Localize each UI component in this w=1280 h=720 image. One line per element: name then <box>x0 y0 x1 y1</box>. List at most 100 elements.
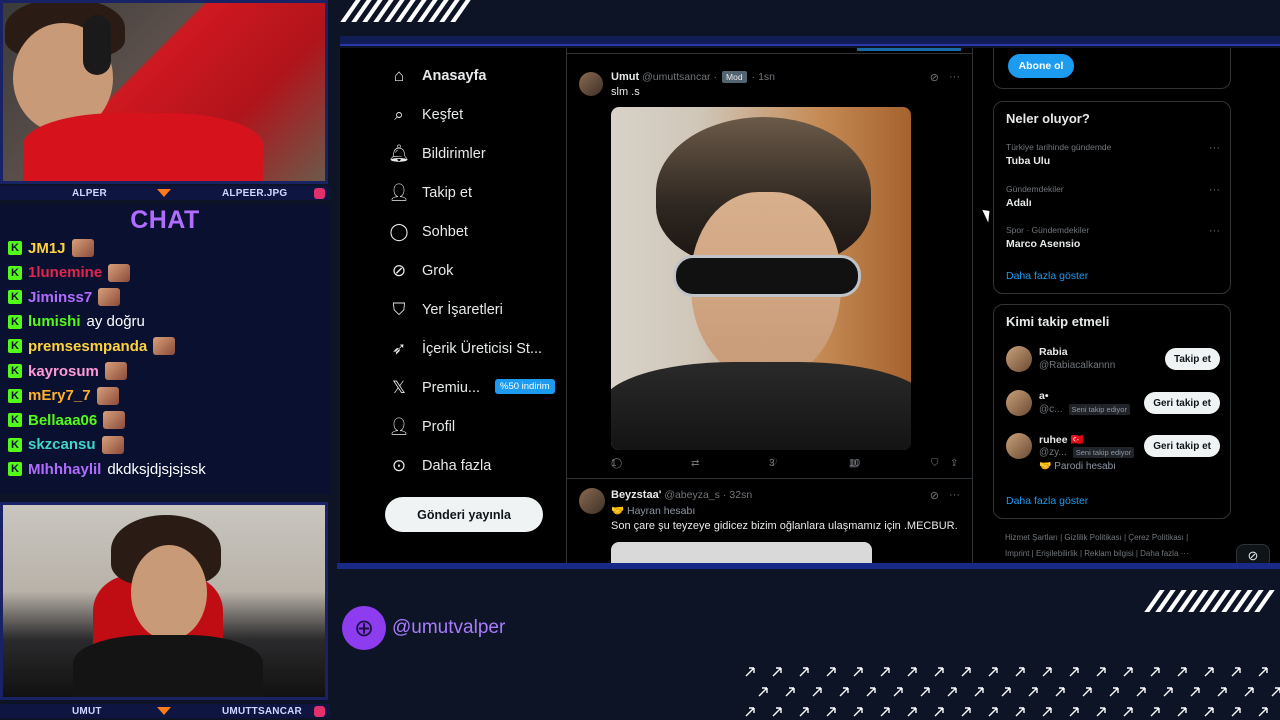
premium-box: Abone ol <box>993 48 1231 89</box>
trend-item[interactable]: Türkiye tarihinde gündemde Tuba Ulu ··· <box>1006 142 1220 167</box>
chat-message: K Jiminss7 <box>8 286 121 308</box>
views-button[interactable]: ▥ 10 <box>849 458 860 469</box>
suggestion-name[interactable]: Rabia <box>1039 346 1068 358</box>
suggestion-name[interactable]: ruhee 🇹🇷 <box>1039 433 1084 446</box>
more-options-icon[interactable]: ··· <box>949 489 960 502</box>
suggestion-handle: @c... <box>1039 404 1063 415</box>
grok-float-button[interactable]: ⊘ <box>1236 544 1270 563</box>
chat-message: K 1lunemine <box>8 262 131 284</box>
follow-button[interactable]: Takip et <box>1164 348 1220 370</box>
tweet-image[interactable] <box>611 542 872 563</box>
tweet-image[interactable] <box>611 107 911 450</box>
arrow-mark <box>1150 707 1160 717</box>
arrow-mark <box>1042 707 1052 717</box>
trend-item[interactable]: Gündemdekiler Adalı ··· <box>1006 184 1220 209</box>
chat-message: Kpremsesmpanda <box>8 335 176 357</box>
kick-icon: K <box>8 339 22 354</box>
show-more-suggestions-link[interactable]: Daha fazla göster <box>1006 495 1088 507</box>
streamer-name-left: UMUT <box>72 705 102 717</box>
emote-icon <box>96 386 119 405</box>
follow-suggestion[interactable]: a• @c... Seni takip ediyor Geri takip et <box>1006 390 1220 422</box>
arrow-mark <box>880 707 890 717</box>
trends-title: Neler oluyor? <box>1006 111 1090 126</box>
decor-stripes-top <box>340 0 471 22</box>
avatar[interactable] <box>1006 346 1032 372</box>
arrow-mark <box>1136 687 1146 697</box>
arrow-mark <box>920 687 930 697</box>
arrow-mark <box>1015 707 1025 717</box>
arrow-mark <box>1204 667 1214 677</box>
avatar[interactable] <box>1006 433 1032 459</box>
follows-you-tag: Seni takip ediyor <box>1072 447 1135 458</box>
arrow-mark <box>1015 667 1025 677</box>
post-button[interactable]: Gönderi yayınla <box>385 497 543 532</box>
grok-icon[interactable]: ⊘ <box>930 71 939 84</box>
arrow-mark <box>1217 687 1227 697</box>
bookmark-icon: ⛉ <box>392 299 406 319</box>
sunglasses <box>673 255 861 297</box>
tweet-author-name[interactable]: Umut <box>611 71 639 83</box>
show-more-trends-link[interactable]: Daha fazla göster <box>1006 270 1088 282</box>
footer-links-1[interactable]: Hizmet Şartları | Gizlilik Politikası | … <box>1005 533 1188 542</box>
tweet-author-handle[interactable]: @abeyza_s <box>664 489 720 501</box>
follow-back-button[interactable]: Geri takip et <box>1144 392 1220 414</box>
chat-bubble-icon: ◯ <box>389 221 409 241</box>
reply-button[interactable]: ◯ 1 <box>611 458 622 469</box>
arrow-mark <box>1096 707 1106 717</box>
streamer-name-right: ALPEER.JPG <box>222 187 288 199</box>
arrow-mark <box>772 667 782 677</box>
arrow-mark <box>1150 667 1160 677</box>
arrow-mark <box>1231 667 1241 677</box>
person-add-icon: 👤︎ <box>388 182 410 202</box>
follow-back-button[interactable]: Geri takip et <box>1144 435 1220 457</box>
stream-layout: ALPER ALPEER.JPG CHAT K JM1J K 1lunemine K Ji… <box>0 0 1280 720</box>
tweet-time[interactable]: 1sn <box>758 71 775 83</box>
avatar[interactable] <box>579 72 603 96</box>
like-button[interactable]: ♡ 3 <box>769 458 778 469</box>
chart-icon: ▥ <box>849 458 859 469</box>
follow-suggestion[interactable]: ruhee 🇹🇷 @zy... Seni takip ediyor 🤝 Parod… <box>1006 433 1220 472</box>
nav-item-label: Yer İşaretleri <box>422 301 503 318</box>
chat-message: Kskzcansu <box>8 434 124 456</box>
more-options-icon[interactable]: ··· <box>1209 225 1220 237</box>
arrow-mark <box>934 707 944 717</box>
follow-suggestion[interactable]: Rabia @Rabiacalkannn Takip et <box>1006 346 1220 378</box>
bookmark-icon[interactable]: ⛉ <box>931 458 939 469</box>
kick-icon: K <box>8 290 22 305</box>
grok-icon[interactable]: ⊘ <box>930 489 939 502</box>
nav-item-label: Daha fazla <box>422 457 492 474</box>
chat-message: K Bellaaa06 <box>8 409 126 431</box>
arrow-mark <box>893 687 903 697</box>
arrow-mark <box>988 667 998 677</box>
chat-message-text: dkdksjdjsjsjssk <box>107 460 206 478</box>
more-options-icon[interactable]: ··· <box>1209 184 1220 196</box>
chat-message: K JM1J <box>8 237 94 259</box>
suggestion-name[interactable]: a• <box>1039 390 1049 402</box>
more-options-icon[interactable]: ··· <box>1209 142 1220 154</box>
kick-icon: K <box>8 265 22 280</box>
avatar[interactable] <box>579 488 605 514</box>
tweet-text: slm .s <box>611 86 640 98</box>
tweet-time[interactable]: 32sn <box>729 489 752 501</box>
more-options-icon[interactable]: ··· <box>949 71 960 84</box>
arrow-mark <box>866 687 876 697</box>
subscribe-button[interactable]: Abone ol <box>1008 54 1074 78</box>
avatar[interactable] <box>1006 390 1032 416</box>
chat-username: skzcansu <box>28 436 96 454</box>
nav-item-label: İçerik Üreticisi St... <box>422 340 543 357</box>
arrow-mark <box>785 687 795 697</box>
tweet-author-handle[interactable]: @umuttsancar <box>642 71 710 83</box>
chat-title: CHAT <box>130 206 200 234</box>
chat-username: mEry7_7 <box>28 387 91 405</box>
arrow-mark <box>961 667 971 677</box>
footer-links-2[interactable]: Imprint | Erişilebilirlik | Reklam bilgi… <box>1005 549 1189 558</box>
trend-item[interactable]: Spor · Gündemdekiler Marco Asensio ··· <box>1006 225 1220 250</box>
kick-icon: K <box>8 437 22 452</box>
repost-icon[interactable]: ⇄ <box>691 458 699 469</box>
discount-badge: %50 indirim <box>495 379 555 394</box>
share-icon[interactable]: ⇪ <box>950 458 958 469</box>
tweet-author-name[interactable]: Beyzstaa' <box>611 489 661 501</box>
triangle-icon <box>157 189 171 197</box>
tweet[interactable]: Umut @umuttsancar · Mod · 1sn ⊘ ··· slm … <box>567 64 972 474</box>
arrow-mark <box>1244 687 1254 697</box>
